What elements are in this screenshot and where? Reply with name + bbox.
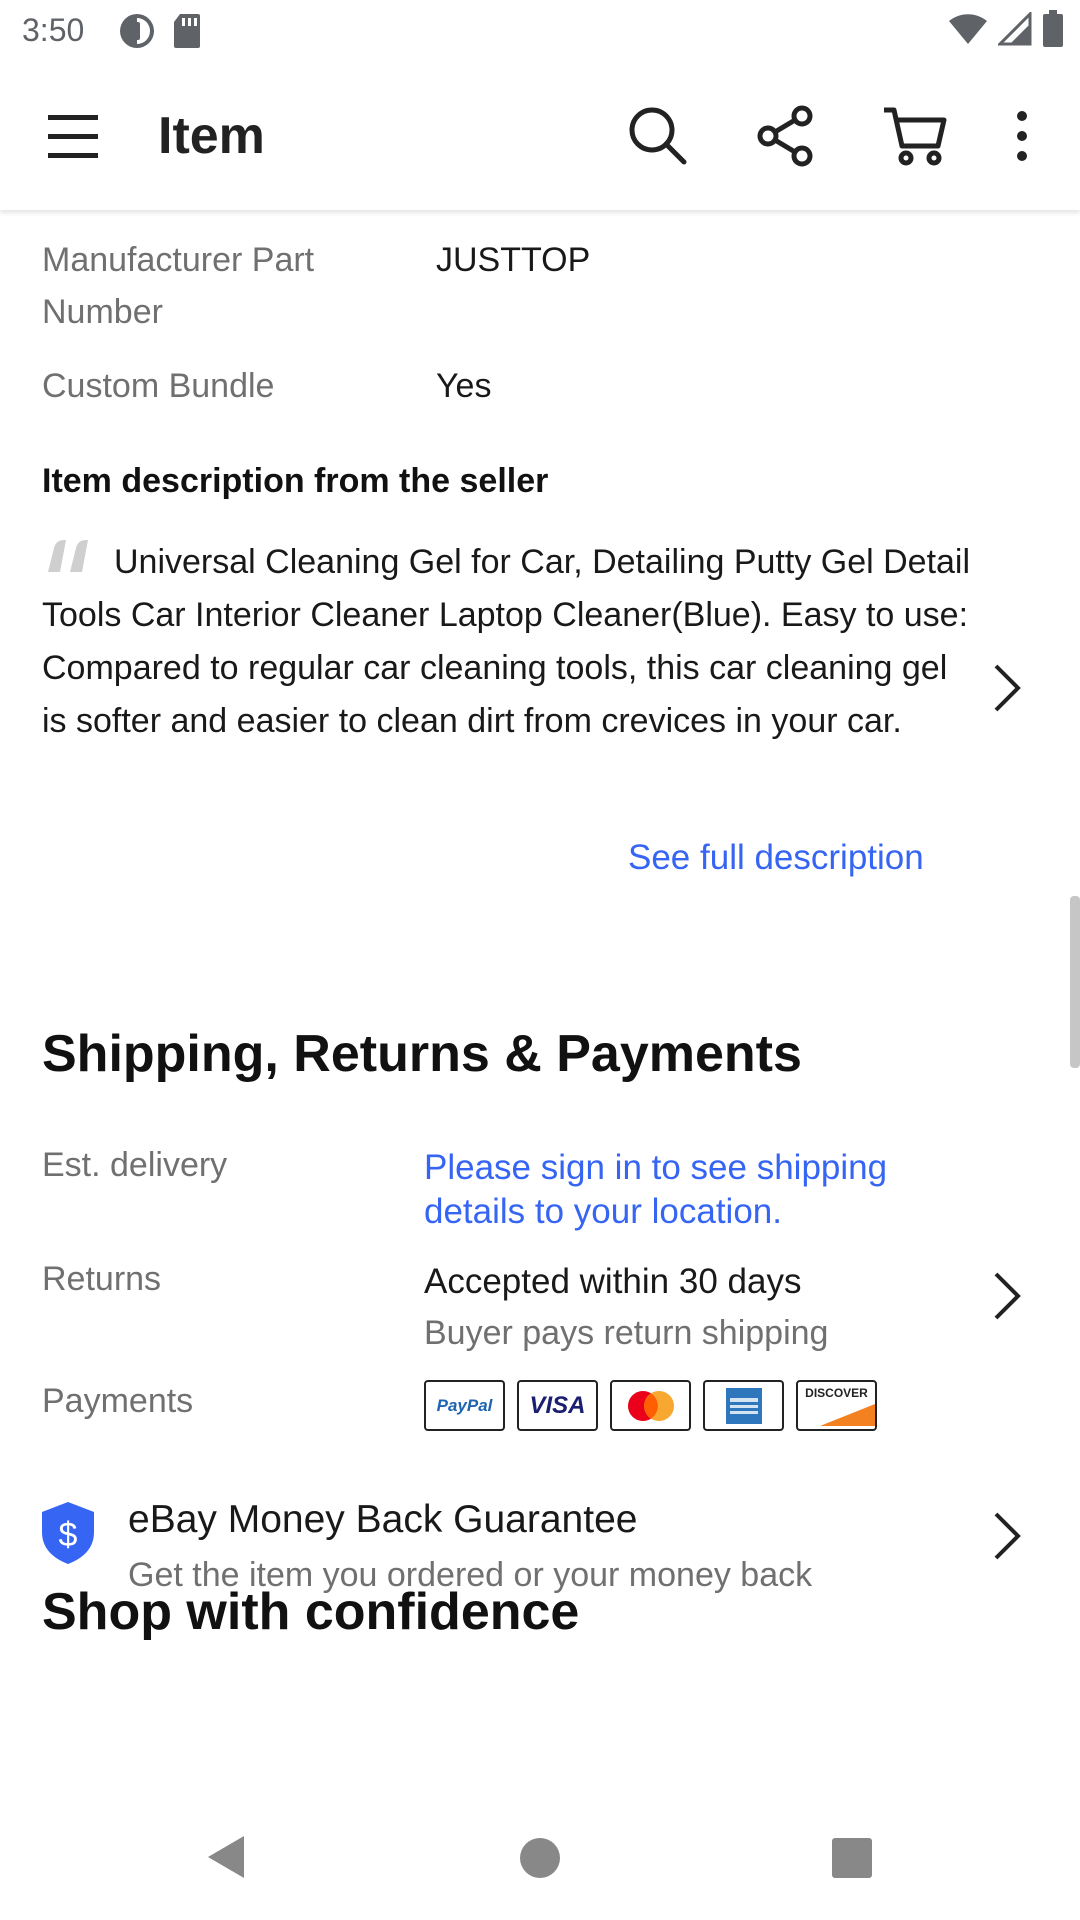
cart-icon bbox=[884, 107, 947, 166]
payment-methods: PayPal VISA DISCOVER bbox=[424, 1380, 877, 1431]
share-button[interactable] bbox=[756, 104, 816, 168]
spec-value-manufacturer-part-number: JUSTTOP bbox=[436, 241, 591, 279]
menu-button[interactable] bbox=[46, 110, 100, 164]
chevron-right-icon[interactable] bbox=[988, 1508, 1026, 1564]
status-bar: 3:50 bbox=[0, 0, 1080, 64]
back-icon[interactable] bbox=[204, 1834, 248, 1880]
app-bar: Item bbox=[0, 64, 1080, 210]
paypal-logo: PayPal bbox=[424, 1380, 505, 1431]
chevron-right-icon[interactable] bbox=[988, 660, 1026, 716]
description-body: Universal Cleaning Gel for Car, Detailin… bbox=[42, 543, 971, 740]
home-icon[interactable] bbox=[520, 1838, 560, 1878]
spec-value-custom-bundle: Yes bbox=[436, 367, 492, 405]
visa-logo: VISA bbox=[517, 1380, 598, 1431]
signal-icon bbox=[998, 12, 1032, 46]
item-content[interactable]: Manufacturer Part Number JUSTTOP Custom … bbox=[0, 210, 1080, 1780]
chevron-right-icon[interactable] bbox=[988, 1268, 1026, 1324]
svg-text:$: $ bbox=[59, 1516, 78, 1554]
returns-policy: Accepted within 30 days bbox=[424, 1262, 802, 1301]
paypal-logo-text: PayPal bbox=[436, 1395, 493, 1415]
data-saver-icon bbox=[120, 14, 154, 48]
search-icon bbox=[629, 107, 687, 165]
description-text[interactable]: Universal Cleaning Gel for Car, Detailin… bbox=[42, 536, 977, 748]
mastercard-logo bbox=[610, 1380, 691, 1431]
spec-label-manufacturer-part-number: Manufacturer Part Number bbox=[42, 241, 315, 331]
sign-in-shipping-link[interactable]: Please sign in to see shipping details t… bbox=[424, 1146, 964, 1234]
spec-label-custom-bundle: Custom Bundle bbox=[42, 367, 275, 405]
more-options-button[interactable] bbox=[1004, 104, 1040, 168]
menu-icon bbox=[48, 115, 98, 158]
returns-label: Returns bbox=[42, 1260, 162, 1298]
payments-label: Payments bbox=[42, 1382, 194, 1420]
money-back-guarantee-title[interactable]: eBay Money Back Guarantee bbox=[128, 1498, 637, 1542]
recents-icon[interactable] bbox=[832, 1838, 872, 1878]
share-icon bbox=[757, 105, 813, 167]
amex-icon bbox=[725, 1387, 762, 1424]
discover-stripe-icon bbox=[820, 1404, 875, 1426]
description-heading: Item description from the seller bbox=[42, 462, 549, 500]
returns-shipping-note: Buyer pays return shipping bbox=[424, 1314, 829, 1352]
sd-card-icon bbox=[174, 14, 200, 48]
discover-logo-text: DISCOVER bbox=[805, 1386, 868, 1400]
status-time: 3:50 bbox=[22, 12, 85, 48]
cart-button[interactable] bbox=[882, 104, 948, 168]
page-title: Item bbox=[158, 107, 265, 165]
visa-logo-text: VISA bbox=[529, 1391, 586, 1419]
mastercard-icon bbox=[627, 1390, 674, 1421]
more-vert-icon bbox=[1017, 111, 1027, 161]
amex-logo bbox=[703, 1380, 784, 1431]
see-full-description-link[interactable]: See full description bbox=[628, 838, 924, 878]
battery-icon bbox=[1043, 10, 1063, 47]
est-delivery-label: Est. delivery bbox=[42, 1146, 228, 1184]
status-left-icons bbox=[118, 12, 202, 50]
search-button[interactable] bbox=[626, 104, 690, 168]
money-back-guarantee-subtitle: Get the item you ordered or your money b… bbox=[128, 1556, 813, 1594]
discover-logo: DISCOVER bbox=[796, 1380, 877, 1431]
scrollbar[interactable] bbox=[1070, 896, 1080, 1068]
shield-dollar-icon: $ bbox=[42, 1502, 94, 1564]
status-right-icons bbox=[948, 10, 1064, 48]
wifi-icon bbox=[949, 14, 987, 44]
shipping-section-heading: Shipping, Returns & Payments bbox=[42, 1025, 802, 1083]
